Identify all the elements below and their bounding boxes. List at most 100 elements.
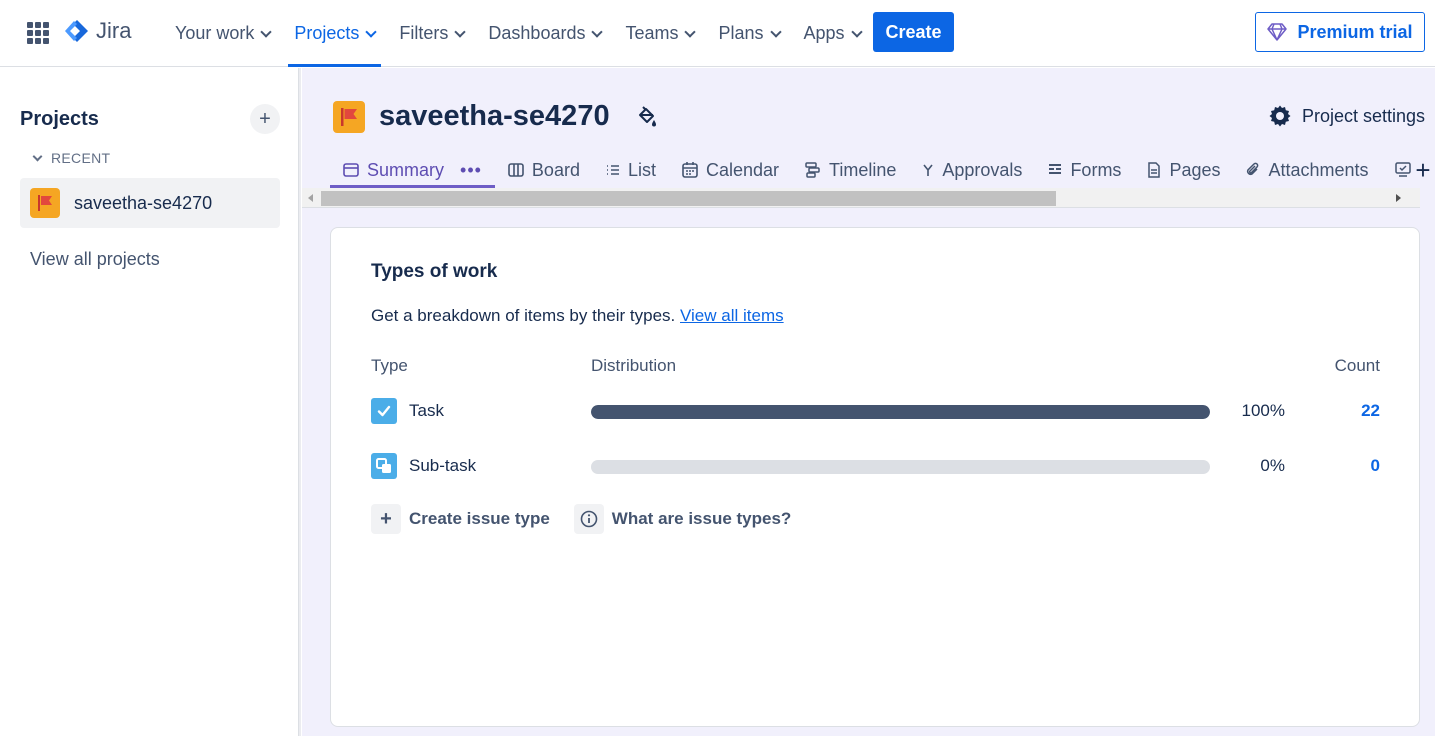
scroll-right-arrow-icon[interactable] [1396,194,1401,202]
jira-logo-icon [65,20,88,42]
tab-label: Board [531,159,580,180]
project-flag-icon [30,188,60,218]
nav-plans[interactable]: Plans [706,0,791,67]
view-all-items-link[interactable]: View all items [680,306,784,325]
nav-filters[interactable]: Filters [387,0,476,67]
project-settings-button[interactable]: Project settings [1268,104,1425,128]
create-issue-type-label: Create issue type [409,509,550,528]
tab-approvals[interactable]: Approvals [909,152,1035,188]
tab-forms[interactable]: Forms [1035,152,1134,188]
tab-label: Calendar [705,159,780,180]
tab-timeline[interactable]: Timeline [792,152,909,188]
project-flag-icon [333,100,365,133]
table-row: Task 100% 22 [371,396,1381,426]
tab-pages[interactable]: Pages [1134,152,1233,188]
more-icon[interactable]: ••• [460,160,482,181]
chevron-down-icon [591,25,604,38]
scroll-left-arrow-icon[interactable] [308,194,313,202]
distribution-bar [591,405,1210,419]
monitor-icon [1394,162,1411,177]
count-link[interactable]: 22 [1361,401,1380,421]
what-are-issue-types-label: What are issue types? [611,509,792,528]
column-header-count: Count [1334,356,1380,375]
tab-label: Approvals [942,159,1023,180]
nav-your-work[interactable]: Your work [163,0,282,67]
info-icon [573,504,604,534]
what-are-issue-types-button[interactable]: What are issue types? [573,504,792,534]
create-button[interactable]: Create [873,12,954,52]
chevron-down-icon [769,25,782,38]
recent-section-toggle[interactable]: RECENT [30,150,110,166]
nav-label: Teams [625,23,679,43]
chevron-down-icon [454,25,467,38]
tab-attachments[interactable]: Attachments [1233,152,1381,188]
chevron-down-icon [260,25,273,38]
chevron-down-icon [850,25,863,38]
approvals-icon [923,164,934,176]
sidebar-project-label: saveetha-se4270 [74,192,213,213]
add-tab-icon[interactable]: + [1411,152,1435,188]
tab-label: Timeline [829,159,897,180]
column-header-type: Type [371,356,408,375]
sidebar-item-project[interactable]: saveetha-se4270 [20,178,280,228]
diamond-icon [1267,23,1288,41]
scroll-thumb[interactable] [321,191,1056,206]
paint-bucket-icon[interactable] [636,105,658,128]
create-issue-type-button[interactable]: + Create issue type [371,504,550,534]
premium-trial-button[interactable]: Premium trial [1255,12,1425,52]
card-actions: + Create issue type What are issue types… [371,504,791,534]
nav-label: Plans [718,23,764,43]
tab-board[interactable]: Board [495,152,593,188]
tab-label: Forms [1070,159,1122,180]
project-settings-label: Project settings [1301,105,1425,126]
sidebar-title: Projects [20,108,99,130]
page-title: saveetha-se4270 [379,100,610,132]
project-header: saveetha-se4270 [333,100,658,133]
types-of-work-card: Types of work Get a breakdown of items b… [330,227,1420,727]
tab-list[interactable]: List [593,152,669,188]
type-cell: Task [371,396,444,426]
jira-logo-text: Jira [96,18,132,43]
jira-logo[interactable]: Jira [64,18,131,44]
tab-summary[interactable]: Summary ••• [330,152,495,188]
plus-icon: + [371,504,401,534]
distribution-bar-fill [591,405,1210,419]
chevron-down-icon [32,151,43,161]
nav-label: Apps [803,23,845,43]
card-title: Types of work [371,261,498,282]
project-tabs: Summary ••• Board List Calendar Timeline… [330,152,1435,188]
table-row: Sub-task 0% 0 [371,451,1381,481]
card-description-text: Get a breakdown of items by their types. [371,306,676,325]
tab-label: List [627,159,656,180]
forms-icon [1049,164,1062,174]
premium-trial-label: Premium trial [1297,21,1413,42]
tabs-scrollbar[interactable] [302,188,1420,208]
tab-calendar[interactable]: Calendar [669,152,792,188]
percent-value: 0% [1260,456,1285,475]
type-label: Task [409,401,444,420]
summary-icon [343,163,359,177]
nav-dashboards[interactable]: Dashboards [476,0,613,67]
primary-nav: Your work Projects Filters Dashboards Te… [163,0,873,67]
chevron-down-icon [365,25,378,38]
plus-icon[interactable]: + [250,104,280,134]
tab-label: Attachments [1268,159,1369,180]
view-all-projects-link[interactable]: View all projects [30,249,160,270]
type-label: Sub-task [409,456,477,475]
list-icon [606,165,619,175]
nav-teams[interactable]: Teams [613,0,706,67]
task-icon [371,398,397,424]
nav-apps[interactable]: Apps [792,0,873,67]
nav-label: Your work [175,23,255,43]
percent-value: 100% [1241,401,1285,420]
count-link[interactable]: 0 [1371,456,1380,476]
card-description: Get a breakdown of items by their types.… [371,306,784,326]
pages-icon [1148,162,1161,178]
distribution-bar [591,460,1210,474]
nav-projects[interactable]: Projects [282,0,387,67]
chevron-down-icon [684,25,697,38]
main-content: saveetha-se4270 Project settings Summary… [302,68,1435,736]
app-switcher-icon[interactable] [27,22,49,44]
column-header-distribution: Distribution [591,356,677,375]
top-navigation: Jira Your work Projects Filters Dashboar… [0,0,1435,67]
